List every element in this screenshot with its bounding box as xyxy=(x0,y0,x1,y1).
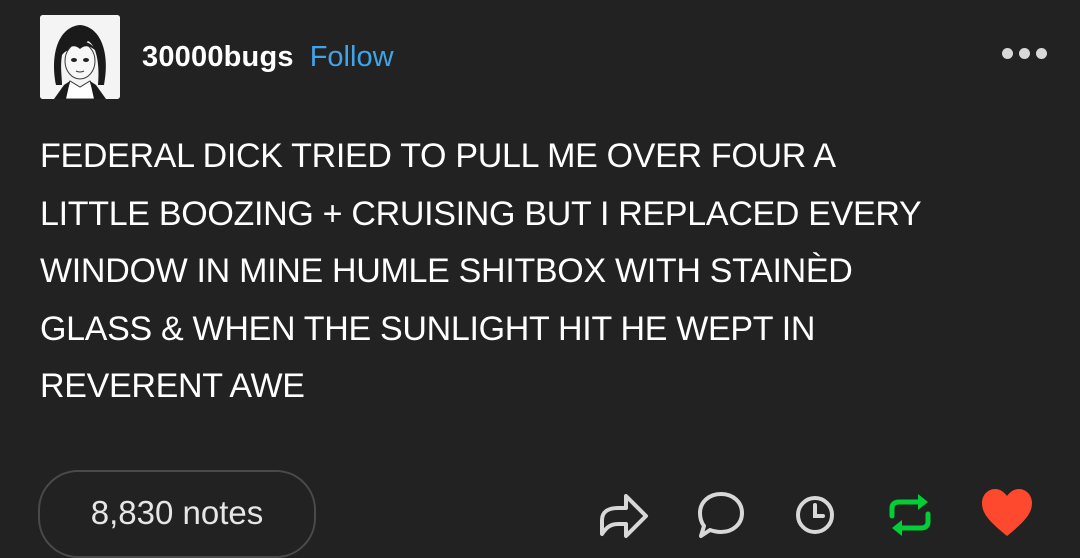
post-card: 30000bugs Follow FEDERAL DICK TRIED TO P… xyxy=(0,0,1080,558)
like-icon[interactable] xyxy=(980,488,1034,543)
share-icon[interactable] xyxy=(596,488,650,543)
avatar-drawing-icon xyxy=(40,15,120,99)
more-dots-icon[interactable] xyxy=(1002,48,1047,59)
reblog-icon[interactable] xyxy=(884,490,936,545)
follow-button[interactable]: Follow xyxy=(310,41,394,74)
post-actions xyxy=(0,486,1080,539)
post-header: 30000bugs Follow xyxy=(40,14,394,100)
post-line: FEDERAL DICK TRIED TO PULL ME OVER FOUR … xyxy=(40,137,836,175)
username[interactable]: 30000bugs xyxy=(142,41,294,74)
schedule-icon[interactable] xyxy=(794,494,836,541)
comment-icon[interactable] xyxy=(696,490,746,545)
avatar[interactable] xyxy=(40,15,120,99)
dot xyxy=(1036,48,1047,59)
post-line: REVERENT AWE xyxy=(40,367,305,405)
dot xyxy=(1002,48,1013,59)
dot xyxy=(1019,48,1030,59)
post-body: FEDERAL DICK TRIED TO PULL ME OVER FOUR … xyxy=(40,128,1050,416)
post-line: WINDOW IN MINE HUMLE SHITBOX WITH STAINÈ… xyxy=(40,252,853,290)
post-line: GLASS & WHEN THE SUNLIGHT HIT HE WEPT IN xyxy=(40,309,816,348)
post-line: LITTLE BOOZING + CRUISING BUT I REPLACED… xyxy=(40,194,922,233)
